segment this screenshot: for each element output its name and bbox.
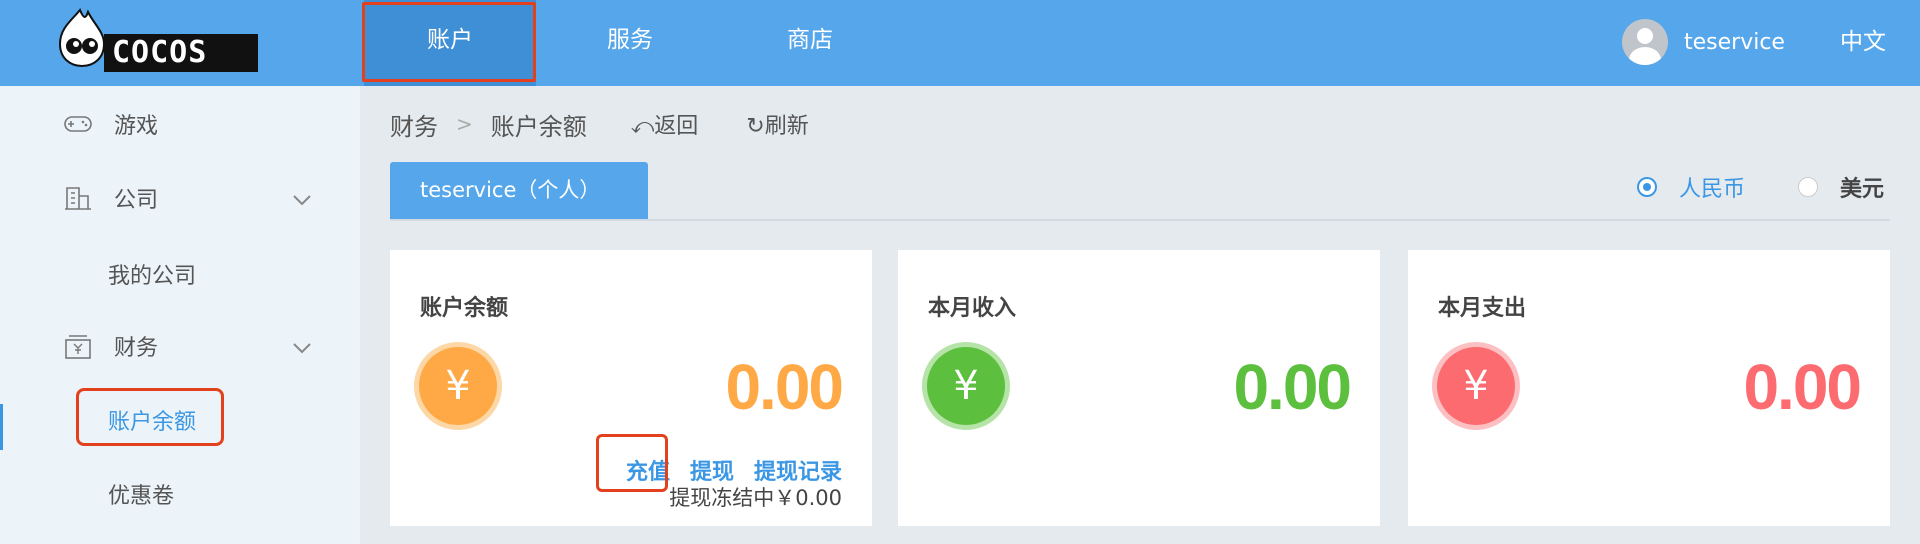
user-menu[interactable]: teservice [1622, 18, 1785, 66]
breadcrumb-parent[interactable]: 财务 [390, 107, 438, 142]
yuan-coin-icon: ¥ [414, 342, 502, 430]
nav-tab-account[interactable]: 账户 [362, 0, 536, 86]
highlight-box [76, 388, 224, 446]
currency-label: 人民币 [1679, 177, 1746, 202]
frozen-amount-text: 提现冻结中￥0.00 [669, 486, 842, 510]
monthly-income-card: 本月收入 ¥ 0.00 [898, 250, 1380, 526]
card-title: 本月收入 [928, 296, 1017, 321]
currency-option-rmb[interactable]: 人民币 [1637, 172, 1745, 202]
currency-label: 美元 [1840, 177, 1885, 202]
refresh-button[interactable]: ↻刷新 [746, 108, 808, 140]
active-indicator [0, 404, 3, 450]
sidebar-item-games[interactable]: 游戏 [0, 94, 360, 154]
breadcrumb: 财务 > 账户余额 ⤺返回 ↻刷新 [390, 106, 809, 142]
tab-divider [390, 219, 1890, 221]
monthly-expense-card: 本月支出 ¥ 0.00 [1408, 250, 1890, 526]
sidebar-item-company[interactable]: 公司 [0, 168, 360, 228]
radio-selected-icon [1637, 177, 1657, 197]
tab-account-owner[interactable]: teservice（个人） [390, 162, 648, 220]
nav-tab-service[interactable]: 服务 [580, 0, 680, 86]
sidebar-subitem-coupons[interactable]: 优惠卷 [108, 478, 174, 510]
card-title: 本月支出 [1438, 296, 1527, 321]
balance-amount: 0.00 [725, 351, 844, 423]
highlight-box [596, 434, 668, 492]
sidebar-item-label: 财务 [114, 336, 159, 361]
highlight-box [362, 2, 536, 82]
balance-card: 账户余额 ¥ 0.00 充值 提现 提现记录 提现冻结中￥0.00 [390, 250, 872, 526]
chevron-down-icon [293, 195, 311, 206]
sidebar-item-label: 公司 [114, 188, 159, 213]
yuan-coin-icon: ¥ [1432, 342, 1520, 430]
chevron-down-icon [293, 343, 311, 354]
card-title: 账户余额 [420, 296, 509, 321]
finance-icon [65, 335, 91, 359]
breadcrumb-current: 账户余额 [490, 112, 587, 141]
avatar [1622, 19, 1668, 65]
language-switch[interactable]: 中文 [1840, 22, 1886, 56]
sidebar-item-label: 游戏 [114, 114, 159, 139]
sidebar [0, 86, 360, 544]
cocos-logo[interactable]: COCOS [50, 6, 258, 72]
top-navigation-bar: COCOS 账户 服务 商店 teservice 中文 [0, 0, 1920, 86]
currency-option-usd[interactable]: 美元 [1798, 172, 1884, 202]
sidebar-subitem-my-company[interactable]: 我的公司 [108, 258, 196, 290]
back-button[interactable]: ⤺返回 [631, 108, 699, 140]
sidebar-item-finance[interactable]: 财务 [0, 316, 360, 376]
expense-amount: 0.00 [1743, 351, 1862, 423]
building-icon [65, 187, 91, 210]
cocos-wordmark: COCOS [104, 34, 258, 72]
radio-unselected-icon [1798, 177, 1818, 197]
income-amount: 0.00 [1233, 351, 1352, 423]
breadcrumb-separator: > [456, 112, 473, 136]
yuan-coin-icon: ¥ [922, 342, 1010, 430]
gamepad-icon [64, 116, 92, 132]
nav-tab-store[interactable]: 商店 [760, 0, 860, 86]
username: teservice [1684, 29, 1785, 55]
